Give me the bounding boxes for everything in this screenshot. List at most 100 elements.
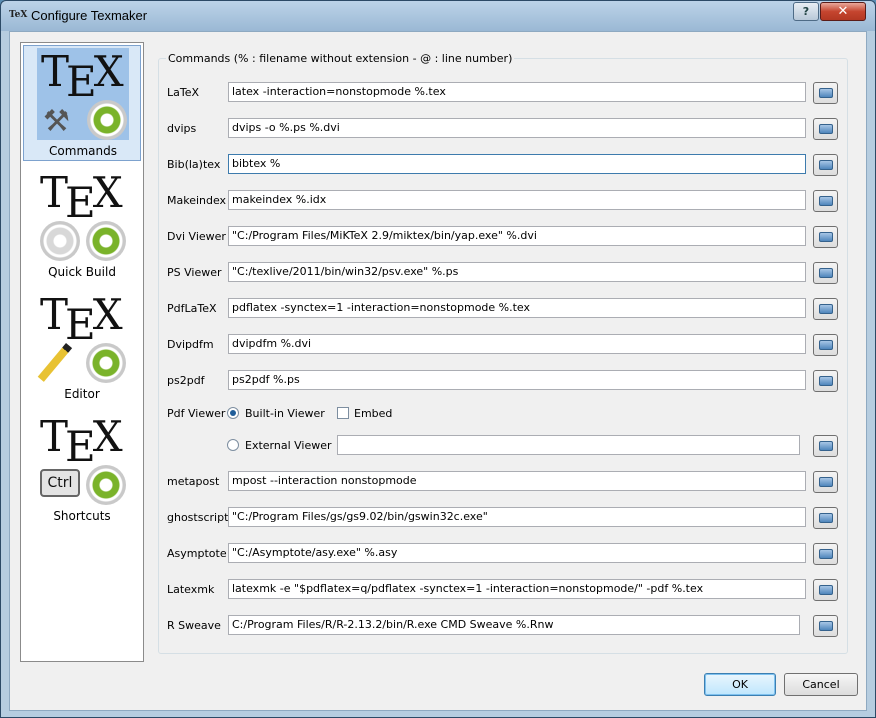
folder-icon [819, 304, 833, 314]
dialog-body: TEX ⚒ Commands TEX Quick Build TEX Edito… [9, 31, 867, 711]
latexmk-command-field[interactable]: latexmk -e "$pdflatex=q/pdflatex -syncte… [228, 579, 806, 599]
ctrl-key-icon: Ctrl [40, 469, 80, 497]
gear-icon [86, 221, 126, 261]
dvipdfm-browse-button[interactable] [813, 334, 838, 356]
latexmk-browse-button[interactable] [813, 579, 838, 601]
latex-command-field[interactable]: latex -interaction=nonstopmode %.tex [228, 82, 806, 102]
dvipdfm-label: Dvipdfm [167, 338, 214, 351]
gear-icon [86, 343, 126, 383]
sidebar-item-label: Commands [49, 144, 117, 158]
ghostscript-label: ghostscript [167, 511, 229, 524]
ps2pdf-browse-button[interactable] [813, 370, 838, 392]
sidebar-item-shortcuts[interactable]: TEX Ctrl Shortcuts [23, 411, 141, 527]
folder-icon [819, 196, 833, 206]
texmaker-app-icon: TeX [9, 10, 28, 20]
quick-build-tile-icon: TEX [36, 169, 128, 261]
folder-icon [819, 477, 833, 487]
folder-icon [819, 513, 833, 523]
ghostscript-browse-button[interactable] [813, 507, 838, 529]
commands-tile-icon: TEX ⚒ [37, 48, 129, 140]
folder-icon [819, 160, 833, 170]
tex-logo: TEX [41, 47, 124, 106]
asymptote-command-field[interactable]: "C:/Asymptote/asy.exe" %.asy [228, 543, 806, 563]
window-title: Configure Texmaker [31, 8, 148, 23]
bibtex-browse-button[interactable] [813, 154, 838, 176]
r-sweave-label: R Sweave [167, 619, 221, 632]
sidebar-item-quick-build[interactable]: TEX Quick Build [23, 167, 141, 283]
metapost-browse-button[interactable] [813, 471, 838, 493]
metapost-label: metapost [167, 475, 220, 488]
ps2pdf-command-field[interactable]: ps2pdf %.ps [228, 370, 806, 390]
dvi-viewer-command-field[interactable]: "C:/Program Files/MiKTeX 2.9/miktex/bin/… [228, 226, 806, 246]
folder-icon [819, 268, 833, 278]
external-viewer-browse-button[interactable] [813, 435, 838, 457]
tex-logo: TEX [40, 412, 123, 471]
builtin-viewer-radio[interactable] [227, 407, 239, 419]
folder-icon [819, 549, 833, 559]
metapost-command-field[interactable]: mpost --interaction nonstopmode [228, 471, 806, 491]
dvi-viewer-label: Dvi Viewer [167, 230, 226, 243]
builtin-viewer-label: Built-in Viewer [245, 407, 325, 420]
pdflatex-command-field[interactable]: pdflatex -synctex=1 -interaction=nonstop… [228, 298, 806, 318]
tex-logo: TEX [40, 168, 123, 227]
folder-icon [819, 340, 833, 350]
pdflatex-browse-button[interactable] [813, 298, 838, 320]
sidebar-item-editor[interactable]: TEX Editor [23, 289, 141, 405]
r-sweave-command-field[interactable]: C:/Program Files/R/R-2.13.2/bin/R.exe CM… [228, 615, 800, 635]
wrench-icon: ⚒ [43, 104, 70, 139]
gear-icon [86, 465, 126, 505]
gear-icon [87, 100, 127, 140]
external-viewer-label: External Viewer [245, 439, 332, 452]
sidebar-item-label: Shortcuts [53, 509, 111, 523]
folder-icon [819, 585, 833, 595]
gear-icon [40, 221, 80, 261]
sidebar-item-label: Quick Build [48, 265, 116, 279]
pdf-viewer-label: Pdf Viewer [167, 407, 226, 420]
pencil-icon [37, 343, 73, 382]
tex-logo: TEX [40, 290, 123, 349]
folder-icon [819, 621, 833, 631]
folder-icon [819, 441, 833, 451]
folder-icon [819, 232, 833, 242]
title-bar[interactable]: TeX Configure Texmaker ? ✕ [1, 1, 875, 31]
latexmk-label: Latexmk [167, 583, 215, 596]
dvips-browse-button[interactable] [813, 118, 838, 140]
folder-icon [819, 124, 833, 134]
latex-label: LaTeX [167, 86, 200, 99]
commands-group-title: Commands (% : filename without extension… [166, 52, 515, 65]
ps-viewer-label: PS Viewer [167, 266, 222, 279]
makeindex-command-field[interactable]: makeindex %.idx [228, 190, 806, 210]
ghostscript-command-field[interactable]: "C:/Program Files/gs/gs9.02/bin/gswin32c… [228, 507, 806, 527]
embed-checkbox[interactable] [337, 407, 349, 419]
configure-dialog: TeX Configure Texmaker ? ✕ TEX ⚒ Command… [0, 0, 876, 718]
bibtex-command-field[interactable]: bibtex % [228, 154, 806, 174]
sidebar-item-commands[interactable]: TEX ⚒ Commands [23, 45, 141, 161]
makeindex-browse-button[interactable] [813, 190, 838, 212]
dvips-label: dvips [167, 122, 197, 135]
r-sweave-browse-button[interactable] [813, 615, 838, 637]
ps-viewer-browse-button[interactable] [813, 262, 838, 284]
asymptote-label: Asymptote [167, 547, 227, 560]
ps2pdf-label: ps2pdf [167, 374, 205, 387]
latex-browse-button[interactable] [813, 82, 838, 104]
ok-button[interactable]: OK [704, 673, 776, 696]
asymptote-browse-button[interactable] [813, 543, 838, 565]
external-viewer-radio[interactable] [227, 439, 239, 451]
category-list: TEX ⚒ Commands TEX Quick Build TEX Edito… [20, 42, 144, 662]
embed-label: Embed [354, 407, 393, 420]
help-button[interactable]: ? [793, 2, 819, 21]
makeindex-label: Makeindex [167, 194, 227, 207]
ps-viewer-command-field[interactable]: "C:/texlive/2011/bin/win32/psv.exe" %.ps [228, 262, 806, 282]
bibtex-label: Bib(la)tex [167, 158, 221, 171]
sidebar-item-label: Editor [64, 387, 100, 401]
dvips-command-field[interactable]: dvips -o %.ps %.dvi [228, 118, 806, 138]
folder-icon [819, 88, 833, 98]
dvi-viewer-browse-button[interactable] [813, 226, 838, 248]
folder-icon [819, 376, 833, 386]
external-viewer-field[interactable] [337, 435, 800, 455]
pdflatex-label: PdfLaTeX [167, 302, 217, 315]
dvipdfm-command-field[interactable]: dvipdfm %.dvi [228, 334, 806, 354]
cancel-button[interactable]: Cancel [784, 673, 858, 696]
close-button[interactable]: ✕ [820, 2, 866, 21]
commands-group-box [158, 58, 848, 654]
